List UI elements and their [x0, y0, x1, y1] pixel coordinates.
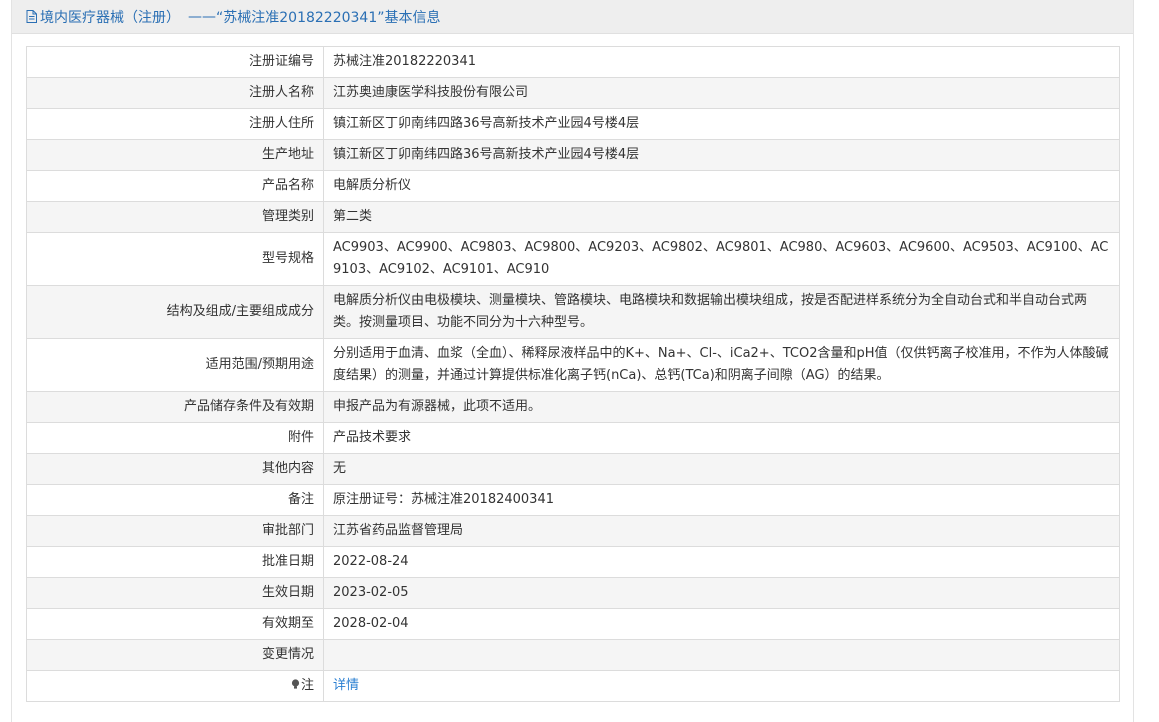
table-row: 备注 原注册证号：苏械注准20182400341 — [26, 484, 1120, 516]
field-value — [323, 639, 1120, 671]
field-value: 分别适用于血清、血浆（全血）、稀释尿液样品中的K+、Na+、Cl-、iCa2+、… — [323, 338, 1120, 392]
field-label: 有效期至 — [26, 608, 324, 640]
field-label: 附件 — [26, 422, 324, 454]
field-label: 生产地址 — [26, 139, 324, 171]
table-row: 型号规格 AC9903、AC9900、AC9803、AC9800、AC9203、… — [26, 232, 1120, 286]
table-row: 产品储存条件及有效期 申报产品为有源器械，此项不适用。 — [26, 391, 1120, 423]
field-label: 其他内容 — [26, 453, 324, 485]
field-label: 产品名称 — [26, 170, 324, 202]
details-link[interactable]: 详情 — [333, 678, 359, 693]
field-value: 江苏省药品监督管理局 — [323, 515, 1120, 547]
page-title: 境内医疗器械（注册） —— “苏械注准20182220341”基本信息 — [26, 7, 441, 27]
field-value: 镇江新区丁卯南纬四路36号高新技术产业园4号楼4层 — [323, 139, 1120, 171]
table-row: 生效日期 2023-02-05 — [26, 577, 1120, 609]
table-row: 注册人名称 江苏奥迪康医学科技股份有限公司 — [26, 77, 1120, 109]
table-row: 其他内容 无 — [26, 453, 1120, 485]
table-row: 有效期至 2028-02-04 — [26, 608, 1120, 640]
field-label: 批准日期 — [26, 546, 324, 578]
field-label: 结构及组成/主要组成成分 — [26, 285, 324, 339]
field-label: 注册人住所 — [26, 108, 324, 140]
field-value: 申报产品为有源器械，此项不适用。 — [323, 391, 1120, 423]
table-row: 审批部门 江苏省药品监督管理局 — [26, 515, 1120, 547]
field-value: 电解质分析仪 — [323, 170, 1120, 202]
field-label: 管理类别 — [26, 201, 324, 233]
field-value: 无 — [323, 453, 1120, 485]
lightbulb-icon — [291, 679, 300, 689]
field-label: 适用范围/预期用途 — [26, 338, 324, 392]
table-row: 结构及组成/主要组成成分 电解质分析仪由电极模块、测量模块、管路模块、电路模块和… — [26, 285, 1120, 339]
table-row: 批准日期 2022-08-24 — [26, 546, 1120, 578]
table-row: 管理类别 第二类 — [26, 201, 1120, 233]
field-label: 审批部门 — [26, 515, 324, 547]
field-value: 电解质分析仪由电极模块、测量模块、管路模块、电路模块和数据输出模块组成，按是否配… — [323, 285, 1120, 339]
field-value: 2028-02-04 — [323, 608, 1120, 640]
field-label: 备注 — [26, 484, 324, 516]
table-row: 适用范围/预期用途 分别适用于血清、血浆（全血）、稀释尿液样品中的K+、Na+、… — [26, 338, 1120, 392]
field-value: 2023-02-05 — [323, 577, 1120, 609]
field-value: 2022-08-24 — [323, 546, 1120, 578]
table-row: 产品名称 电解质分析仪 — [26, 170, 1120, 202]
field-value: 镇江新区丁卯南纬四路36号高新技术产业园4号楼4层 — [323, 108, 1120, 140]
table-row: 注册证编号 苏械注准20182220341 — [26, 46, 1120, 78]
table-row: 生产地址 镇江新区丁卯南纬四路36号高新技术产业园4号楼4层 — [26, 139, 1120, 171]
table-row: 变更情况 — [26, 639, 1120, 671]
note-value-cell: 详情 — [323, 670, 1120, 702]
note-label-cell: 注 — [26, 670, 324, 702]
field-label: 注册人名称 — [26, 77, 324, 109]
field-value: 原注册证号：苏械注准20182400341 — [323, 484, 1120, 516]
field-label: 产品储存条件及有效期 — [26, 391, 324, 423]
field-value: 苏械注准20182220341 — [323, 46, 1120, 78]
field-value: 江苏奥迪康医学科技股份有限公司 — [323, 77, 1120, 109]
title-category: 境内医疗器械（注册） — [40, 9, 180, 26]
basic-info-table: 注册证编号 苏械注准20182220341 注册人名称 江苏奥迪康医学科技股份有… — [26, 46, 1120, 702]
field-label: 型号规格 — [26, 232, 324, 286]
table-row: 附件 产品技术要求 — [26, 422, 1120, 454]
title-separator: —— — [188, 8, 216, 25]
document-icon — [26, 10, 37, 23]
note-label: 注 — [300, 678, 314, 693]
table-row-note: 注 详情 — [26, 670, 1120, 702]
table-row: 注册人住所 镇江新区丁卯南纬四路36号高新技术产业园4号楼4层 — [26, 108, 1120, 140]
field-label: 生效日期 — [26, 577, 324, 609]
field-label: 注册证编号 — [26, 46, 324, 78]
field-value: 产品技术要求 — [323, 422, 1120, 454]
title-record: “苏械注准20182220341”基本信息 — [216, 9, 441, 26]
field-value: AC9903、AC9900、AC9803、AC9800、AC9203、AC980… — [323, 232, 1120, 286]
info-panel: 境内医疗器械（注册） —— “苏械注准20182220341”基本信息 注册证编… — [11, 0, 1134, 722]
title-bar: 境内医疗器械（注册） —— “苏械注准20182220341”基本信息 — [12, 0, 1133, 34]
field-label: 变更情况 — [26, 639, 324, 671]
field-value: 第二类 — [323, 201, 1120, 233]
